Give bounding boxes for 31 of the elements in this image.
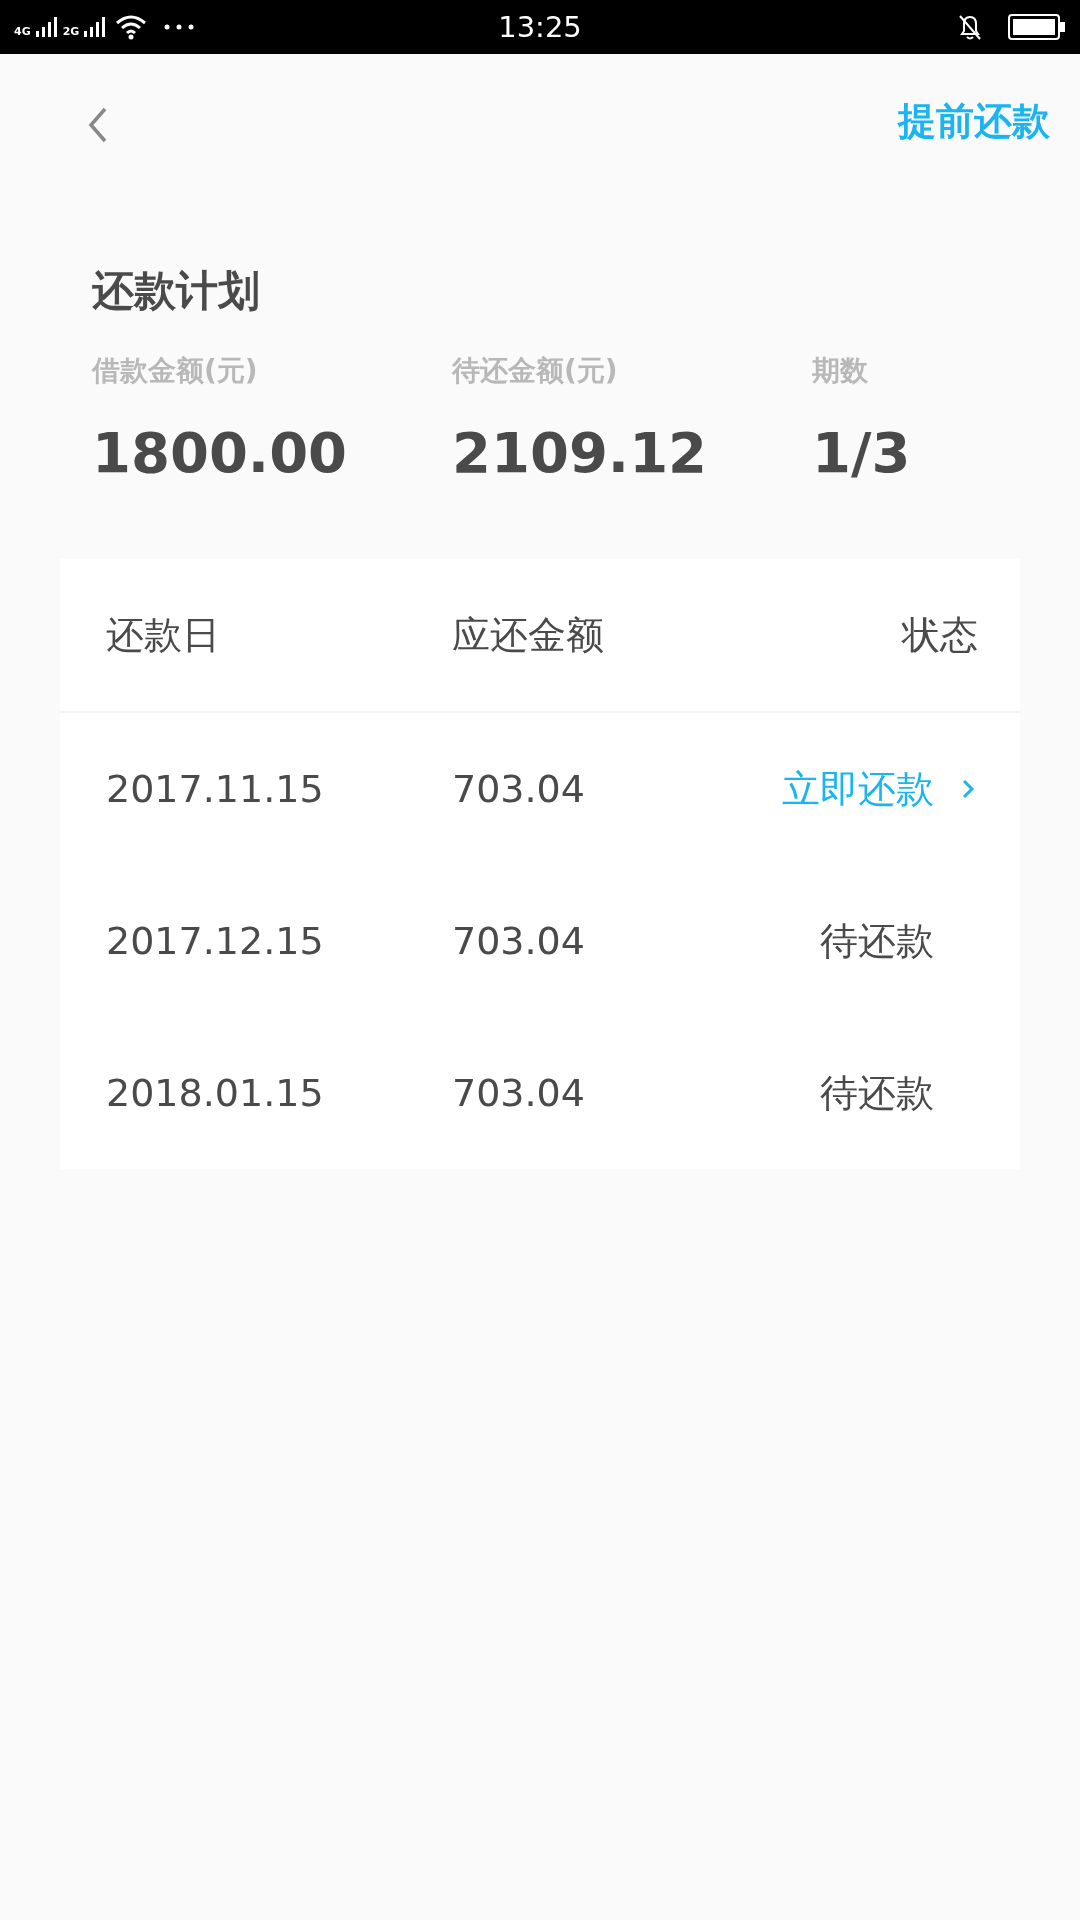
table-cell-text: 703.04 <box>451 919 586 964</box>
summary-label: 期数 <box>812 353 869 390</box>
network-label: 4G <box>14 25 31 38</box>
table-cell-text: 2017.11.15 <box>105 767 325 812</box>
column-header: 应还金额 <box>451 611 605 659</box>
battery-icon <box>1008 14 1066 40</box>
column-header: 还款日 <box>105 611 221 659</box>
status-time: 13:25 <box>497 10 583 44</box>
summary-label: 待还金额(元) <box>452 353 619 390</box>
column-header: 状态 <box>900 611 978 659</box>
table-cell-text: 703.04 <box>451 767 586 812</box>
table-cell-text: 待还款 <box>819 1069 934 1117</box>
table-cell-text: 2017.12.15 <box>105 919 325 964</box>
summary-value: 1/3 <box>812 420 911 486</box>
table-cell-text: 2018.01.15 <box>105 1071 325 1116</box>
summary-value: 1800.00 <box>92 420 349 486</box>
back-icon[interactable] <box>88 107 108 143</box>
page-title: 还款计划 <box>92 266 261 317</box>
bell-muted-icon <box>957 13 983 41</box>
wifi-icon <box>115 14 148 40</box>
network-label: 2G <box>62 25 80 38</box>
prepay-link[interactable]: 提前还款 <box>898 95 1050 155</box>
summary-label: 借款金额(元) <box>92 353 259 390</box>
repay-now-link[interactable]: 立即还款 <box>740 763 934 815</box>
table-cell-text: 703.04 <box>451 1071 586 1116</box>
table-cell-text: 待还款 <box>819 917 934 965</box>
chevron-right-icon[interactable] <box>962 779 974 800</box>
summary-value: 2109.12 <box>452 420 709 486</box>
signal-icon <box>84 17 107 37</box>
more-icon <box>164 24 195 30</box>
signal-icon <box>35 17 58 37</box>
